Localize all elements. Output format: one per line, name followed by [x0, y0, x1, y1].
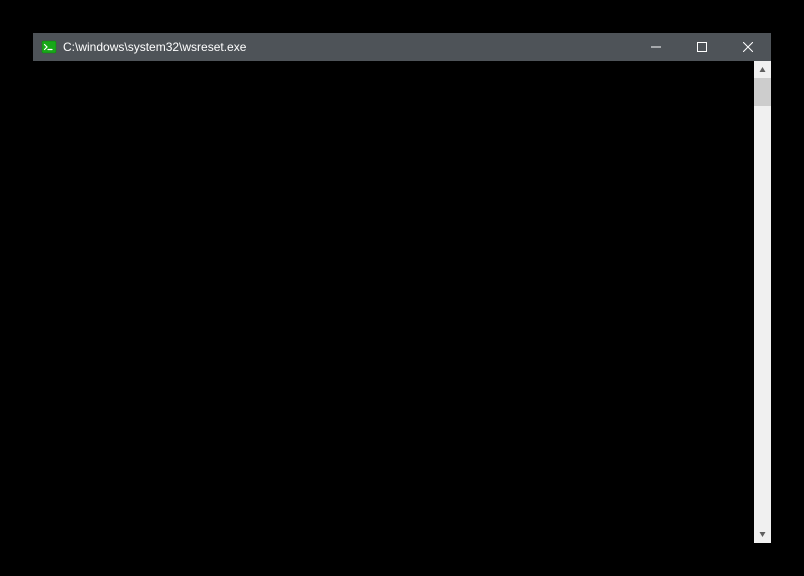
window-title: C:\windows\system32\wsreset.exe [63, 33, 246, 61]
vertical-scrollbar[interactable] [754, 61, 771, 543]
content-area [33, 61, 771, 543]
scroll-track[interactable] [754, 78, 771, 526]
scroll-down-button[interactable] [754, 526, 771, 543]
terminal-output[interactable] [33, 61, 754, 543]
close-button[interactable] [725, 33, 771, 61]
minimize-button[interactable] [633, 33, 679, 61]
scroll-up-button[interactable] [754, 61, 771, 78]
window-controls [633, 33, 771, 61]
maximize-button[interactable] [679, 33, 725, 61]
terminal-icon [41, 39, 57, 55]
titlebar[interactable]: C:\windows\system32\wsreset.exe [33, 33, 771, 61]
terminal-window: C:\windows\system32\wsreset.exe [33, 33, 771, 543]
scroll-thumb[interactable] [754, 78, 771, 106]
